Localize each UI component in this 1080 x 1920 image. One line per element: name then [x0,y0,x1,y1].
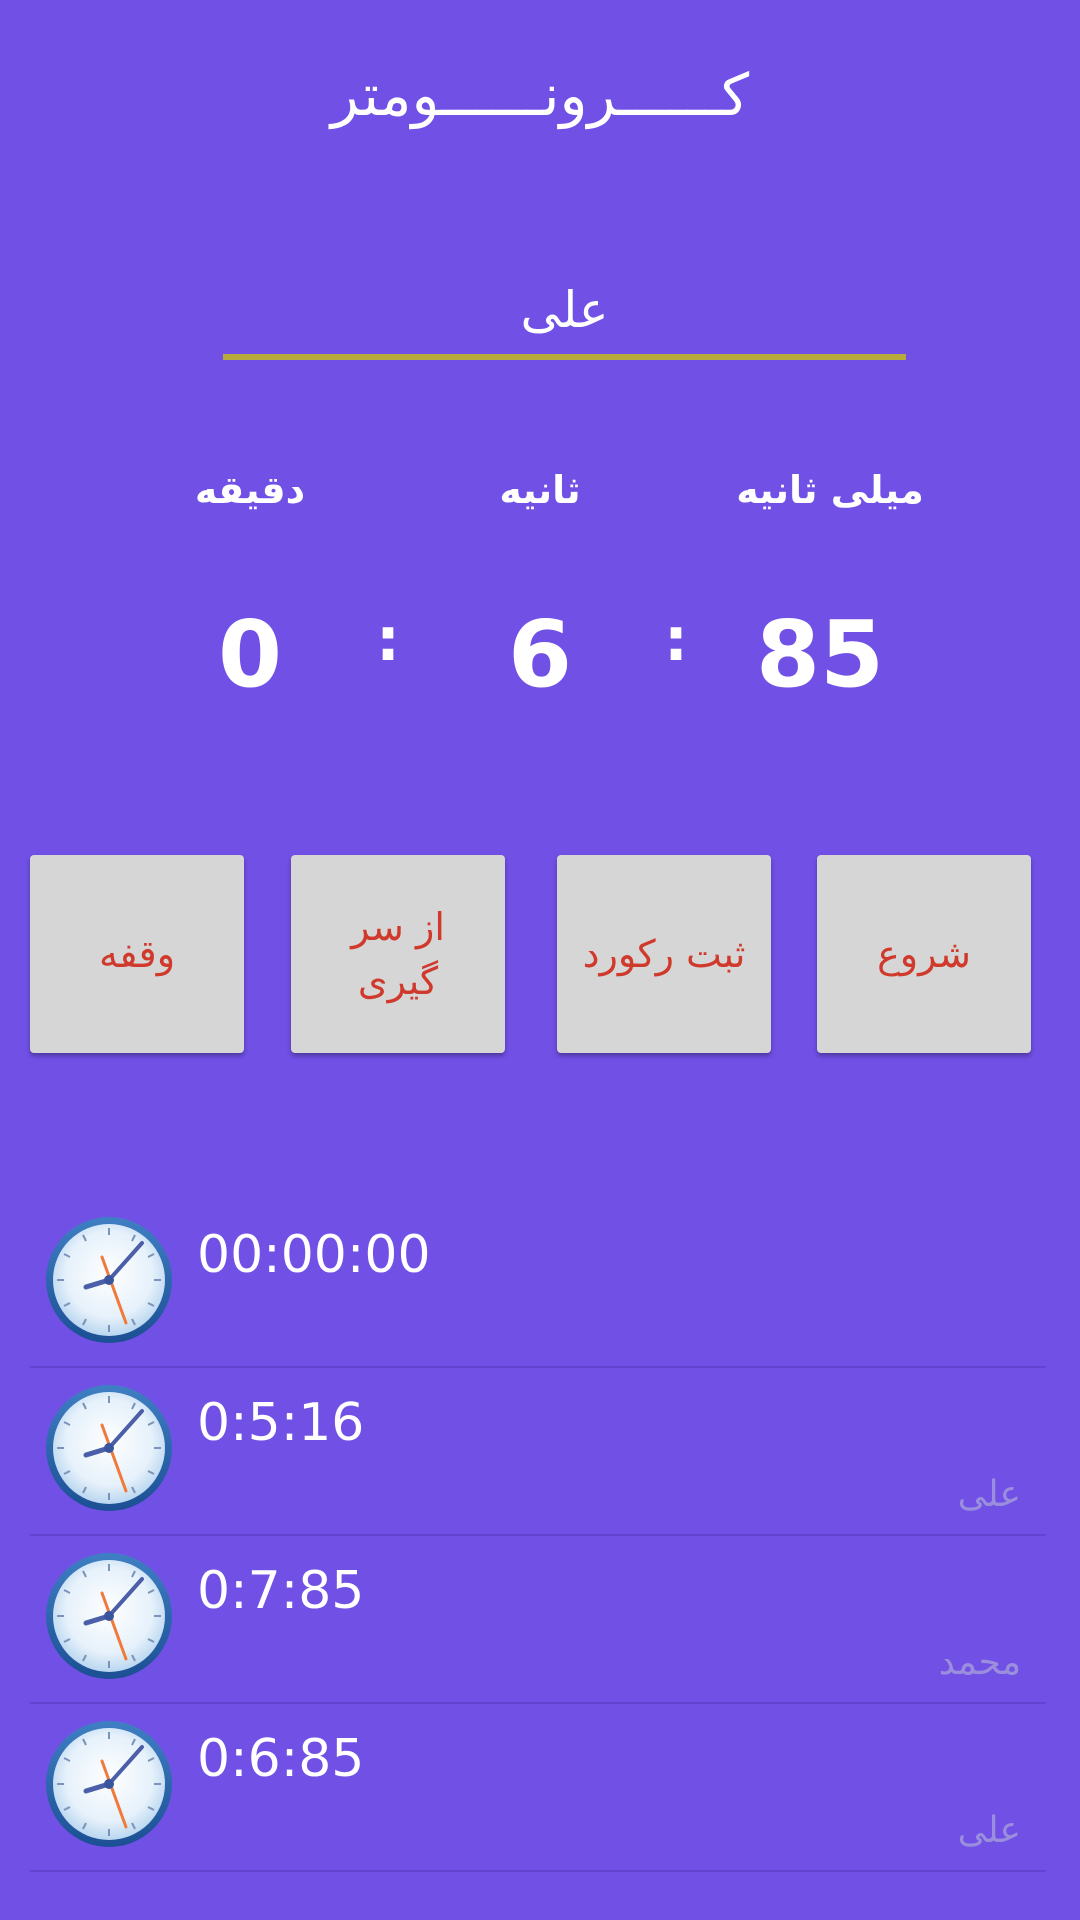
record-row[interactable]: 0:5:16 على [30,1368,1046,1536]
start-button[interactable]: شروع [817,855,1031,1053]
name-input-value[interactable]: على [223,270,906,350]
record-time: 0:5:16 [197,1393,365,1453]
millisecond-value: 85 [755,601,885,708]
record-name: محمد [938,1642,1021,1683]
record-row[interactable]: 0:7:85 محمد [30,1536,1046,1704]
second-label: ثانيه [499,468,581,512]
separator-2: : [664,605,688,675]
second-value: 6 [507,601,572,708]
name-input-underline [223,354,906,360]
pause-button[interactable]: وقفه [30,855,244,1053]
clock-icon [46,1385,172,1511]
millisecond-label: ميلى ثانيه [736,468,924,512]
minute-value: 0 [217,601,282,708]
record-name: على [957,1474,1021,1515]
restart-button[interactable]: از سر گيرى [291,855,505,1053]
record-time: 0:6:85 [197,1729,365,1789]
clock-icon [46,1553,172,1679]
minute-label: دقيقه [194,468,306,512]
app-title: كــــــرونــــــومتر [330,61,750,129]
record-time: 00:00:00 [197,1225,431,1285]
name-input[interactable]: على [223,270,906,360]
record-row[interactable]: 0:6:85 على [30,1704,1046,1872]
clock-icon [46,1721,172,1847]
record-list: 00:00:00 0:5:16 على 0:7:85 محمد 0:6:85 ع… [30,1200,1046,1872]
record-row[interactable]: 00:00:00 [30,1200,1046,1368]
record-time: 0:7:85 [197,1561,365,1621]
clock-icon [46,1217,172,1343]
separator-1: : [376,605,400,675]
record-name: على [957,1810,1021,1851]
save-record-button[interactable]: ثبت ركورد [557,855,771,1053]
